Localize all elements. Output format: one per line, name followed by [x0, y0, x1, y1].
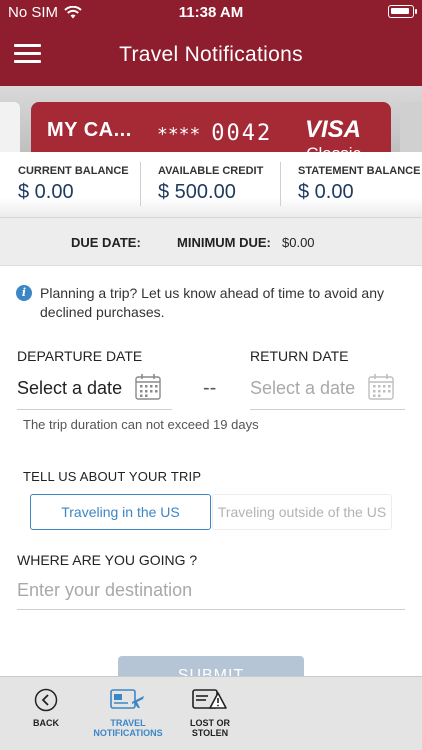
card-name: MY CA...	[47, 119, 132, 141]
due-date-label: DUE DATE:	[71, 235, 141, 250]
card-carousel[interactable]: MY CA... **** 0042 VISA Classic	[0, 86, 422, 154]
calendar-icon[interactable]	[135, 373, 161, 400]
return-date-label: RETURN DATE	[250, 348, 349, 364]
nav-back-label: BACK	[33, 718, 59, 728]
duration-hint: The trip duration can not exceed 19 days	[23, 417, 259, 432]
bottom-nav: BACK TRAVEL NOTIFICATIONS LOST OR STOLEN	[0, 676, 422, 750]
destination-input[interactable]	[17, 572, 405, 610]
current-balance-value: $ 0.00	[18, 181, 74, 203]
info-icon: i	[16, 285, 32, 301]
info-text: Planning a trip? Let us know ahead of ti…	[40, 285, 384, 320]
return-date-field[interactable]: Select a date	[250, 370, 405, 410]
card-last-digits: 0042	[211, 121, 273, 146]
destination-label: WHERE ARE YOU GOING ?	[17, 552, 198, 568]
app-header-bar: No SIM 11:38 AM Travel Notifications	[0, 0, 422, 86]
next-card[interactable]	[400, 102, 422, 154]
traveling-in-us-option[interactable]: Traveling in the US	[30, 494, 211, 530]
date-separator: --	[203, 377, 217, 399]
available-credit-label: AVAILABLE CREDIT	[158, 165, 264, 177]
nav-travel-label: TRAVEL NOTIFICATIONS	[93, 718, 163, 738]
nav-lost-or-stolen[interactable]: LOST OR STOLEN	[172, 677, 248, 750]
traveling-outside-us-option[interactable]: Traveling outside of the US	[212, 494, 392, 530]
nav-back[interactable]: BACK	[8, 677, 84, 750]
current-balance-label: CURRENT BALANCE	[18, 165, 129, 177]
divider	[280, 162, 281, 206]
departure-date-label: DEPARTURE DATE	[17, 348, 143, 364]
info-message: i Planning a trip? Let us know ahead of …	[16, 284, 408, 322]
departure-date-value: Select a date	[17, 378, 123, 398]
minimum-due-value: $0.00	[282, 235, 315, 250]
back-circle-icon	[34, 688, 58, 712]
calendar-icon[interactable]	[368, 373, 394, 400]
balance-summary: CURRENT BALANCE $ 0.00 AVAILABLE CREDIT …	[0, 152, 422, 218]
header: Travel Notifications	[0, 24, 422, 86]
available-credit-value: $ 500.00	[158, 181, 236, 203]
credit-card[interactable]: MY CA... **** 0042 VISA Classic	[31, 102, 391, 154]
page-title: Travel Notifications	[119, 43, 303, 66]
battery-icon	[388, 5, 417, 18]
trip-type-label: TELL US ABOUT YOUR TRIP	[23, 469, 202, 484]
card-brand-logo: VISA	[304, 116, 361, 143]
status-time: 11:38 AM	[178, 4, 244, 21]
minimum-due-label: MINIMUM DUE:	[177, 235, 271, 250]
nav-lost-label: LOST OR STOLEN	[190, 718, 230, 738]
return-date-value: Select a date	[250, 378, 356, 398]
due-row: DUE DATE: MINIMUM DUE: $0.00	[0, 218, 422, 266]
previous-card[interactable]	[0, 102, 20, 154]
status-bar: No SIM 11:38 AM	[0, 0, 422, 24]
card-number: **** 0042	[157, 121, 272, 146]
nav-travel-notifications[interactable]: TRAVEL NOTIFICATIONS	[90, 677, 166, 750]
card-mask: ****	[157, 124, 201, 145]
card-warning-icon	[192, 689, 227, 709]
travel-card-icon	[110, 689, 144, 709]
departure-date-field[interactable]: Select a date	[17, 370, 172, 410]
divider	[140, 162, 141, 206]
statement-balance-value: $ 0.00	[298, 181, 354, 203]
statement-balance-label: STATEMENT BALANCE	[298, 165, 421, 177]
